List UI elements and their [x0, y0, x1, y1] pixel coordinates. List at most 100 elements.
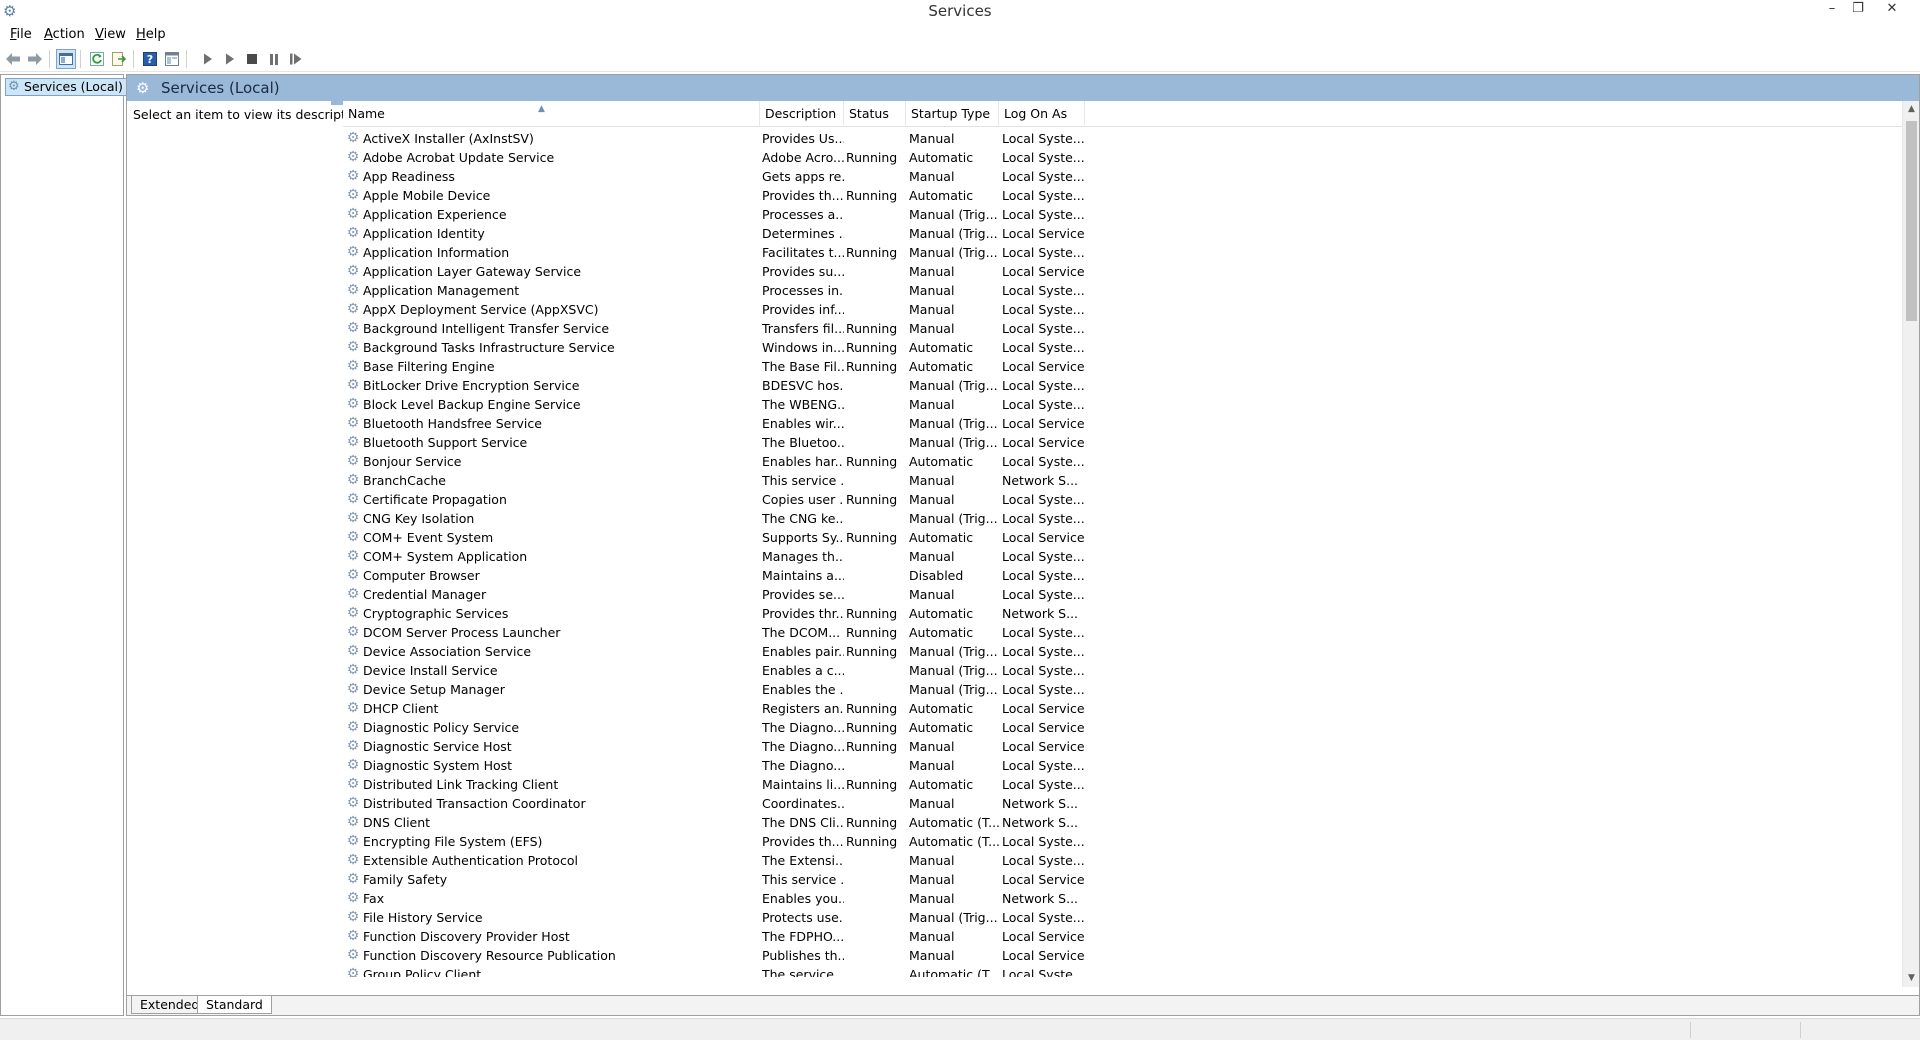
- refresh-icon[interactable]: [87, 49, 107, 69]
- scroll-up-icon[interactable]: ▲: [1903, 101, 1920, 118]
- column-header-startup-type[interactable]: Startup Type: [906, 101, 999, 127]
- service-name-label: Fax: [363, 891, 385, 906]
- services-gear-icon: ⚙: [136, 79, 150, 97]
- stop-service-icon[interactable]: [242, 49, 262, 69]
- service-gear-icon: ⚙: [346, 909, 360, 925]
- table-row[interactable]: ⚙ Bluetooth Support Service The Bluetoo...…: [343, 433, 1919, 452]
- table-row[interactable]: ⚙ Encrypting File System (EFS) Provides th…: [343, 832, 1919, 851]
- table-row[interactable]: ⚙ COM+ Event System Supports Sy... Running A…: [343, 528, 1919, 547]
- table-row[interactable]: ⚙ Application Experience Processes a... Man…: [343, 205, 1919, 224]
- table-row[interactable]: ⚙ Bluetooth Handsfree Service Enables wir.…: [343, 414, 1919, 433]
- table-row[interactable]: ⚙ BitLocker Drive Encryption Service BDESV…: [343, 376, 1919, 395]
- export-list-icon[interactable]: [109, 49, 129, 69]
- tab-standard[interactable]: Standard: [197, 996, 272, 1014]
- table-row[interactable]: ⚙ Apple Mobile Device Provides th... Runnin…: [343, 186, 1919, 205]
- table-row[interactable]: ⚙ Credential Manager Provides se... Manual L…: [343, 585, 1919, 604]
- column-header-log-on-as[interactable]: Log On As: [999, 101, 1085, 127]
- table-row[interactable]: ⚙ Block Level Backup Engine Service The WB…: [343, 395, 1919, 414]
- column-header-description[interactable]: Description: [760, 101, 844, 127]
- service-startup-type: Manual (Trig...: [909, 416, 998, 431]
- table-row[interactable]: ⚙ Distributed Transaction Coordinator Coor…: [343, 794, 1919, 813]
- service-status: Running: [846, 815, 898, 830]
- service-startup-type: Manual (Trig...: [909, 207, 998, 222]
- scroll-thumb[interactable]: [1906, 121, 1917, 321]
- table-row[interactable]: ⚙ File History Service Protects use... Manu…: [343, 908, 1919, 927]
- help-icon[interactable]: ?: [140, 49, 160, 69]
- restore-button[interactable]: ❐: [1844, 0, 1872, 20]
- table-row[interactable]: ⚙ Function Discovery Resource Publication…: [343, 946, 1919, 965]
- back-icon[interactable]: [3, 49, 23, 69]
- table-row[interactable]: ⚙ Adobe Acrobat Update Service Adobe Acro.…: [343, 148, 1919, 167]
- table-row[interactable]: ⚙ Extensible Authentication Protocol The E…: [343, 851, 1919, 870]
- close-button[interactable]: ✕: [1878, 0, 1906, 20]
- table-row[interactable]: ⚙ CNG Key Isolation The CNG ke... Manual (T…: [343, 509, 1919, 528]
- menu-file[interactable]: File: [8, 26, 34, 44]
- column-header-status[interactable]: Status: [844, 101, 906, 127]
- service-gear-icon: ⚙: [346, 415, 360, 431]
- column-header-name[interactable]: Name ▲: [343, 101, 760, 127]
- table-row[interactable]: ⚙ Bonjour Service Enables har... Running Aut…: [343, 452, 1919, 471]
- service-name-label: Credential Manager: [363, 587, 487, 602]
- table-row[interactable]: ⚙ Device Association Service Enables pair.…: [343, 642, 1919, 661]
- service-name: ⚙ DNS Client: [343, 813, 758, 832]
- service-description: Enables a c...: [762, 663, 844, 678]
- table-row[interactable]: ⚙ Cryptographic Services Provides thr... Ru…: [343, 604, 1919, 623]
- table-row[interactable]: ⚙ Diagnostic System Host The Diagno... Manu…: [343, 756, 1919, 775]
- table-row[interactable]: ⚙App Readiness Gets apps re... Manual Local…: [343, 167, 1919, 186]
- tree-node-services-local[interactable]: ⚙ Services (Local): [5, 78, 127, 96]
- table-row[interactable]: ⚙ ActiveX Installer (AxInstSV) Provides Us…: [343, 129, 1919, 148]
- toolbar-separator: [49, 50, 50, 68]
- service-log-on-as: Local Syste...: [1002, 549, 1084, 564]
- vertical-scrollbar[interactable]: ▲ ▼: [1902, 101, 1919, 987]
- forward-icon[interactable]: [25, 49, 45, 69]
- table-row[interactable]: ⚙ Diagnostic Service Host The Diagno... Run…: [343, 737, 1919, 756]
- properties-icon[interactable]: [162, 49, 182, 69]
- restart-service-icon[interactable]: [286, 49, 306, 69]
- scroll-down-icon[interactable]: ▼: [1903, 970, 1920, 987]
- table-row[interactable]: ⚙ Fax Enables you... Manual Network S...: [343, 889, 1919, 908]
- service-status: [846, 395, 906, 414]
- service-name-label: BranchCache: [363, 473, 446, 488]
- service-status: [846, 927, 906, 946]
- service-log-on-as: Network S...: [1002, 606, 1079, 621]
- service-startup-type: Manual: [909, 492, 955, 507]
- table-row[interactable]: ⚙ DNS Client The DNS Cli... Running Automati…: [343, 813, 1919, 832]
- table-row[interactable]: ⚙ Device Install Service Enables a c... Man…: [343, 661, 1919, 680]
- pause-service-icon[interactable]: [264, 49, 284, 69]
- table-row[interactable]: ⚙ BranchCache This service ... Manual Networ…: [343, 471, 1919, 490]
- table-row[interactable]: ⚙ AppX Deployment Service (AppXSVC) Provid…: [343, 300, 1919, 319]
- table-row[interactable]: ⚙ DHCP Client Registers an... Running Automa…: [343, 699, 1919, 718]
- service-startup-type: Automatic: [909, 720, 974, 735]
- table-row[interactable]: ⚙ Diagnostic Policy Service The Diagno... R…: [343, 718, 1919, 737]
- menu-action[interactable]: Action: [42, 26, 87, 44]
- table-row[interactable]: ⚙ Application Identity Determines ... Manua…: [343, 224, 1919, 243]
- service-status: [846, 908, 906, 927]
- table-row[interactable]: ⚙ Background Intelligent Transfer Service…: [343, 319, 1919, 338]
- table-row[interactable]: ⚙ Distributed Link Tracking Client Maintai…: [343, 775, 1919, 794]
- table-row[interactable]: ⚙ COM+ System Application Manages th... Man…: [343, 547, 1919, 566]
- start-service-icon[interactable]: [198, 49, 218, 69]
- service-name-label: Block Level Backup Engine Service: [363, 397, 581, 412]
- service-status: [846, 756, 906, 775]
- menu-view[interactable]: View: [93, 26, 128, 44]
- table-row[interactable]: ⚙ Application Management Processes in... Ma…: [343, 281, 1919, 300]
- minimize-button[interactable]: –: [1818, 0, 1846, 20]
- table-row[interactable]: ⚙ DCOM Server Process Launcher The DCOM...…: [343, 623, 1919, 642]
- table-row[interactable]: ⚙ Certificate Propagation Copies user ... R…: [343, 490, 1919, 509]
- table-row[interactable]: ⚙ Background Tasks Infrastructure Service…: [343, 338, 1919, 357]
- table-row[interactable]: ⚙ Application Information Facilitates t...…: [343, 243, 1919, 262]
- table-row[interactable]: ⚙ Computer Browser Maintains a... Disabled L…: [343, 566, 1919, 585]
- table-row[interactable]: ⚙ Device Setup Manager Enables the ... Manu…: [343, 680, 1919, 699]
- table-row[interactable]: ⚙ Application Layer Gateway Service Provid…: [343, 262, 1919, 281]
- start-alt-icon[interactable]: [220, 49, 240, 69]
- service-name: ⚙ Application Information: [343, 243, 758, 262]
- pane-title: Services (Local): [161, 79, 280, 97]
- menu-help[interactable]: Help: [134, 26, 168, 44]
- table-row[interactable]: ⚙ Family Safety This service ... Manual Loca…: [343, 870, 1919, 889]
- service-name-label: BitLocker Drive Encryption Service: [363, 378, 580, 393]
- service-status: Running: [846, 530, 898, 545]
- show-hide-console-tree-icon[interactable]: [56, 49, 76, 69]
- table-row[interactable]: ⚙ Function Discovery Provider Host The FDP…: [343, 927, 1919, 946]
- table-row[interactable]: ⚙ Group Policy Client The service ... Autom…: [343, 965, 1919, 977]
- table-row[interactable]: ⚙ Base Filtering Engine The Base Fil... Run…: [343, 357, 1919, 376]
